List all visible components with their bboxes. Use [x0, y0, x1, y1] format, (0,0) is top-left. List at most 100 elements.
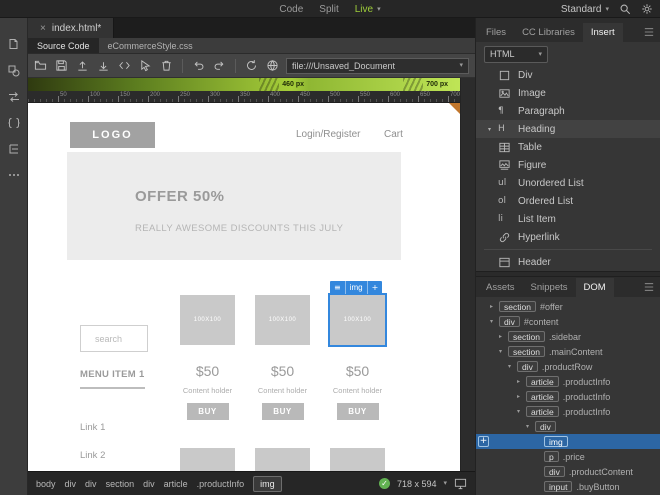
inspect-icon[interactable]: [139, 59, 152, 72]
mock-link-1[interactable]: Link 1: [80, 422, 105, 433]
code-icon[interactable]: [118, 59, 131, 72]
related-file-source-code[interactable]: Source Code: [28, 38, 99, 53]
dom-node-article-productInfo[interactable]: ▸ article .productInfo: [476, 374, 660, 389]
canvas-scrollbar[interactable]: [460, 78, 475, 471]
open-icon[interactable]: [34, 59, 47, 72]
files-icon[interactable]: [7, 38, 21, 52]
panel-menu-icon[interactable]: [643, 27, 655, 37]
tag-chip-div[interactable]: div: [85, 479, 97, 489]
add-element-icon[interactable]: +: [366, 281, 383, 294]
chevron-down-icon[interactable]: ▾: [517, 408, 526, 415]
buy-button[interactable]: BUY: [336, 403, 379, 420]
dom-tag-box[interactable]: section: [499, 301, 536, 312]
panel-tab-cc-libraries[interactable]: CC Libraries: [514, 23, 583, 42]
mock-cart-link[interactable]: Cart: [384, 129, 403, 140]
panel-tab-assets[interactable]: Assets: [478, 278, 523, 297]
chevron-right-icon[interactable]: ▸: [490, 303, 499, 310]
close-icon[interactable]: ×: [40, 23, 46, 34]
dom-node-article-productInfo[interactable]: ▸ article .productInfo: [476, 389, 660, 404]
insert-item-list-item[interactable]: li List Item: [476, 210, 660, 228]
panel-tab-files[interactable]: Files: [478, 23, 514, 42]
extract-icon[interactable]: [7, 90, 21, 104]
undo-icon[interactable]: [192, 59, 205, 72]
dom-node-div[interactable]: ▾ div: [476, 419, 660, 434]
dom-node-div-content[interactable]: ▾ div #content: [476, 314, 660, 329]
window-size-value[interactable]: 718 x 594: [397, 479, 437, 489]
address-input[interactable]: [292, 60, 456, 71]
trash-icon[interactable]: [160, 59, 173, 72]
buy-button[interactable]: BUY: [261, 403, 304, 420]
panel-tab-dom[interactable]: DOM: [575, 278, 614, 297]
dom-tag-box[interactable]: div: [499, 316, 520, 327]
insert-category-dropdown[interactable]: HTML ▾: [484, 45, 548, 63]
insert-item-image[interactable]: Image: [476, 84, 660, 102]
related-file-stylesheet[interactable]: eCommerceStyle.css: [99, 38, 202, 53]
chevron-down-icon[interactable]: ▾: [459, 62, 463, 69]
dom-node-input-buyButton[interactable]: input .buyButton: [476, 479, 660, 494]
dom-tag-box[interactable]: p: [544, 451, 559, 462]
panel-tab-insert[interactable]: Insert: [582, 23, 623, 42]
size-ruler[interactable]: 460 px 700 px: [28, 78, 460, 91]
lint-ok-icon[interactable]: ✓: [378, 478, 390, 489]
workspace-switcher[interactable]: Standard ▾: [561, 4, 609, 15]
chevron-down-icon[interactable]: ▾: [508, 363, 517, 370]
buy-button[interactable]: BUY: [186, 403, 229, 420]
gear-icon[interactable]: [641, 3, 653, 15]
dom-node-div-productRow[interactable]: ▾ div .productRow: [476, 359, 660, 374]
dom-tag-box[interactable]: article: [526, 406, 559, 417]
product-card-3[interactable]: 100X100 $50 Content holder BUY ≡ img +: [328, 281, 387, 420]
dom-tag-box[interactable]: input: [544, 481, 573, 492]
mock-hero-banner[interactable]: OFFER 50% REALLY AWESOME DISCOUNTS THIS …: [67, 152, 401, 260]
dom-node-img[interactable]: + img: [476, 434, 660, 449]
insert-item-table[interactable]: Table: [476, 138, 660, 156]
tag-chip-productInfo[interactable]: .productInfo: [197, 479, 245, 489]
product-image-placeholder[interactable]: 100X100: [255, 295, 310, 345]
search-icon[interactable]: [619, 3, 631, 15]
upload-icon[interactable]: [76, 59, 89, 72]
document-tab[interactable]: × index.html*: [28, 18, 115, 38]
dom-tag-box[interactable]: div: [544, 466, 565, 477]
dom-tag-box[interactable]: article: [526, 376, 559, 387]
assets-icon[interactable]: [7, 64, 21, 78]
insert-item-header[interactable]: Header: [476, 253, 660, 271]
chevron-down-icon[interactable]: ▾: [499, 348, 508, 355]
element-tag-label[interactable]: img: [344, 281, 367, 294]
tag-chip-div[interactable]: div: [65, 479, 77, 489]
panel-menu-icon[interactable]: [643, 282, 655, 292]
mock-login-link[interactable]: Login/Register: [296, 129, 360, 140]
chevron-right-icon[interactable]: ▸: [517, 393, 526, 400]
css-designer-icon[interactable]: [7, 116, 21, 130]
dom-node-section-offer[interactable]: ▸ section #offer: [476, 299, 660, 314]
panel-tab-snippets[interactable]: Snippets: [523, 278, 576, 297]
globe-icon[interactable]: [266, 59, 279, 72]
insert-item-figure[interactable]: Figure: [476, 156, 660, 174]
view-mode-split[interactable]: Split: [319, 4, 338, 15]
mock-link-2[interactable]: Link 2: [80, 450, 105, 461]
view-mode-live[interactable]: Live ▾: [355, 4, 381, 15]
insert-item-div[interactable]: Div: [476, 66, 660, 84]
product-card-2[interactable]: 100X100 $50 Content holder BUY: [255, 295, 310, 420]
more-tools-icon[interactable]: [7, 168, 21, 182]
insert-item-unordered-list[interactable]: ul Unordered List: [476, 174, 660, 192]
tag-chip-article[interactable]: article: [164, 479, 188, 489]
dom-node-p-price[interactable]: p .price: [476, 449, 660, 464]
dom-panel-icon[interactable]: [7, 142, 21, 156]
download-icon[interactable]: [97, 59, 110, 72]
mock-search-input[interactable]: [80, 325, 148, 352]
design-canvas[interactable]: LOGO Login/Register Cart OFFER 50% REALL…: [28, 103, 460, 471]
refresh-icon[interactable]: [245, 59, 258, 72]
dom-node-section-mainContent[interactable]: ▾ section .mainContent: [476, 344, 660, 359]
insert-item-hyperlink[interactable]: Hyperlink: [476, 228, 660, 246]
chevron-down-icon[interactable]: ▾: [526, 423, 535, 430]
chevron-down-icon[interactable]: ▾: [443, 480, 447, 487]
tag-chip-section[interactable]: section: [106, 479, 135, 489]
dom-node-section-sidebar[interactable]: ▸ section .sidebar: [476, 329, 660, 344]
dom-node-article-productInfo[interactable]: ▾ article .productInfo: [476, 404, 660, 419]
address-bar[interactable]: ▾: [286, 57, 469, 74]
element-display[interactable]: ≡ img +: [330, 281, 383, 294]
dom-tag-box[interactable]: section: [508, 331, 545, 342]
chevron-down-icon[interactable]: ▾: [490, 318, 499, 325]
tag-chip-div[interactable]: div: [143, 479, 155, 489]
insert-item-paragraph[interactable]: ¶ Paragraph: [476, 102, 660, 120]
insert-item-heading[interactable]: ▾ H Heading: [476, 120, 660, 138]
